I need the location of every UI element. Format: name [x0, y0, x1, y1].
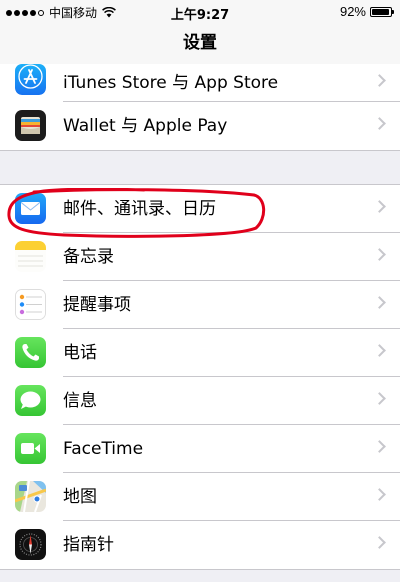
- app-store-icon: [15, 64, 46, 95]
- settings-row-label: 电话: [63, 343, 97, 363]
- settings-row-wallet-apple-pay[interactable]: Wallet 与 Apple Pay: [0, 102, 400, 150]
- settings-row-label: 信息: [63, 391, 97, 411]
- page-title: 设置: [183, 33, 217, 53]
- wallet-icon: [15, 110, 46, 141]
- settings-row-label: 提醒事项: [63, 295, 131, 315]
- settings-row-facetime[interactable]: FaceTime: [0, 425, 400, 473]
- maps-icon: [15, 481, 46, 512]
- settings-group-apps: 邮件、通讯录、日历 备忘录 提醒事项 电话 信息 FaceTime 地图 指南针: [0, 184, 400, 570]
- settings-row-label: 备忘录: [63, 247, 114, 267]
- settings-row-label: 指南针: [63, 535, 114, 555]
- messages-icon: [15, 385, 46, 416]
- battery-icon: [370, 6, 394, 17]
- mail-icon: [15, 193, 46, 224]
- settings-row-mail-contacts-calendars[interactable]: 邮件、通讯录、日历: [0, 185, 400, 233]
- phone-icon: [15, 337, 46, 368]
- settings-row-maps[interactable]: 地图: [0, 473, 400, 521]
- settings-row-messages[interactable]: 信息: [0, 377, 400, 425]
- settings-row-label: 地图: [63, 487, 97, 507]
- settings-group-store: iTunes Store 与 App Store Wallet 与 Apple …: [0, 64, 400, 151]
- settings-row-label: Wallet 与 Apple Pay: [63, 116, 228, 136]
- reminders-icon: [15, 289, 46, 320]
- chevron-right-icon: [373, 117, 386, 130]
- chevron-right-icon: [373, 344, 386, 357]
- chevron-right-icon: [373, 74, 386, 87]
- battery-percent: 92%: [339, 4, 366, 19]
- notes-icon: [15, 241, 46, 272]
- chevron-right-icon: [373, 296, 386, 309]
- chevron-right-icon: [373, 536, 386, 549]
- nav-bar: 设置: [0, 22, 400, 65]
- settings-row-phone[interactable]: 电话: [0, 329, 400, 377]
- chevron-right-icon: [373, 200, 386, 213]
- settings-row-label: iTunes Store 与 App Store: [63, 73, 279, 93]
- chevron-right-icon: [373, 440, 386, 453]
- compass-icon: [15, 529, 46, 560]
- settings-row-label: FaceTime: [63, 439, 144, 459]
- status-right: 92%: [339, 4, 394, 19]
- chevron-right-icon: [373, 392, 386, 405]
- chevron-right-icon: [373, 488, 386, 501]
- settings-row-compass[interactable]: 指南针: [0, 521, 400, 569]
- settings-row-reminders[interactable]: 提醒事项: [0, 281, 400, 329]
- settings-row-itunes-app-store[interactable]: iTunes Store 与 App Store: [0, 64, 400, 102]
- settings-row-notes[interactable]: 备忘录: [0, 233, 400, 281]
- settings-row-label: 邮件、通讯录、日历: [63, 199, 216, 219]
- facetime-icon: [15, 433, 46, 464]
- status-bar: 中国移动 上午9:27 92%: [0, 0, 400, 23]
- chevron-right-icon: [373, 248, 386, 261]
